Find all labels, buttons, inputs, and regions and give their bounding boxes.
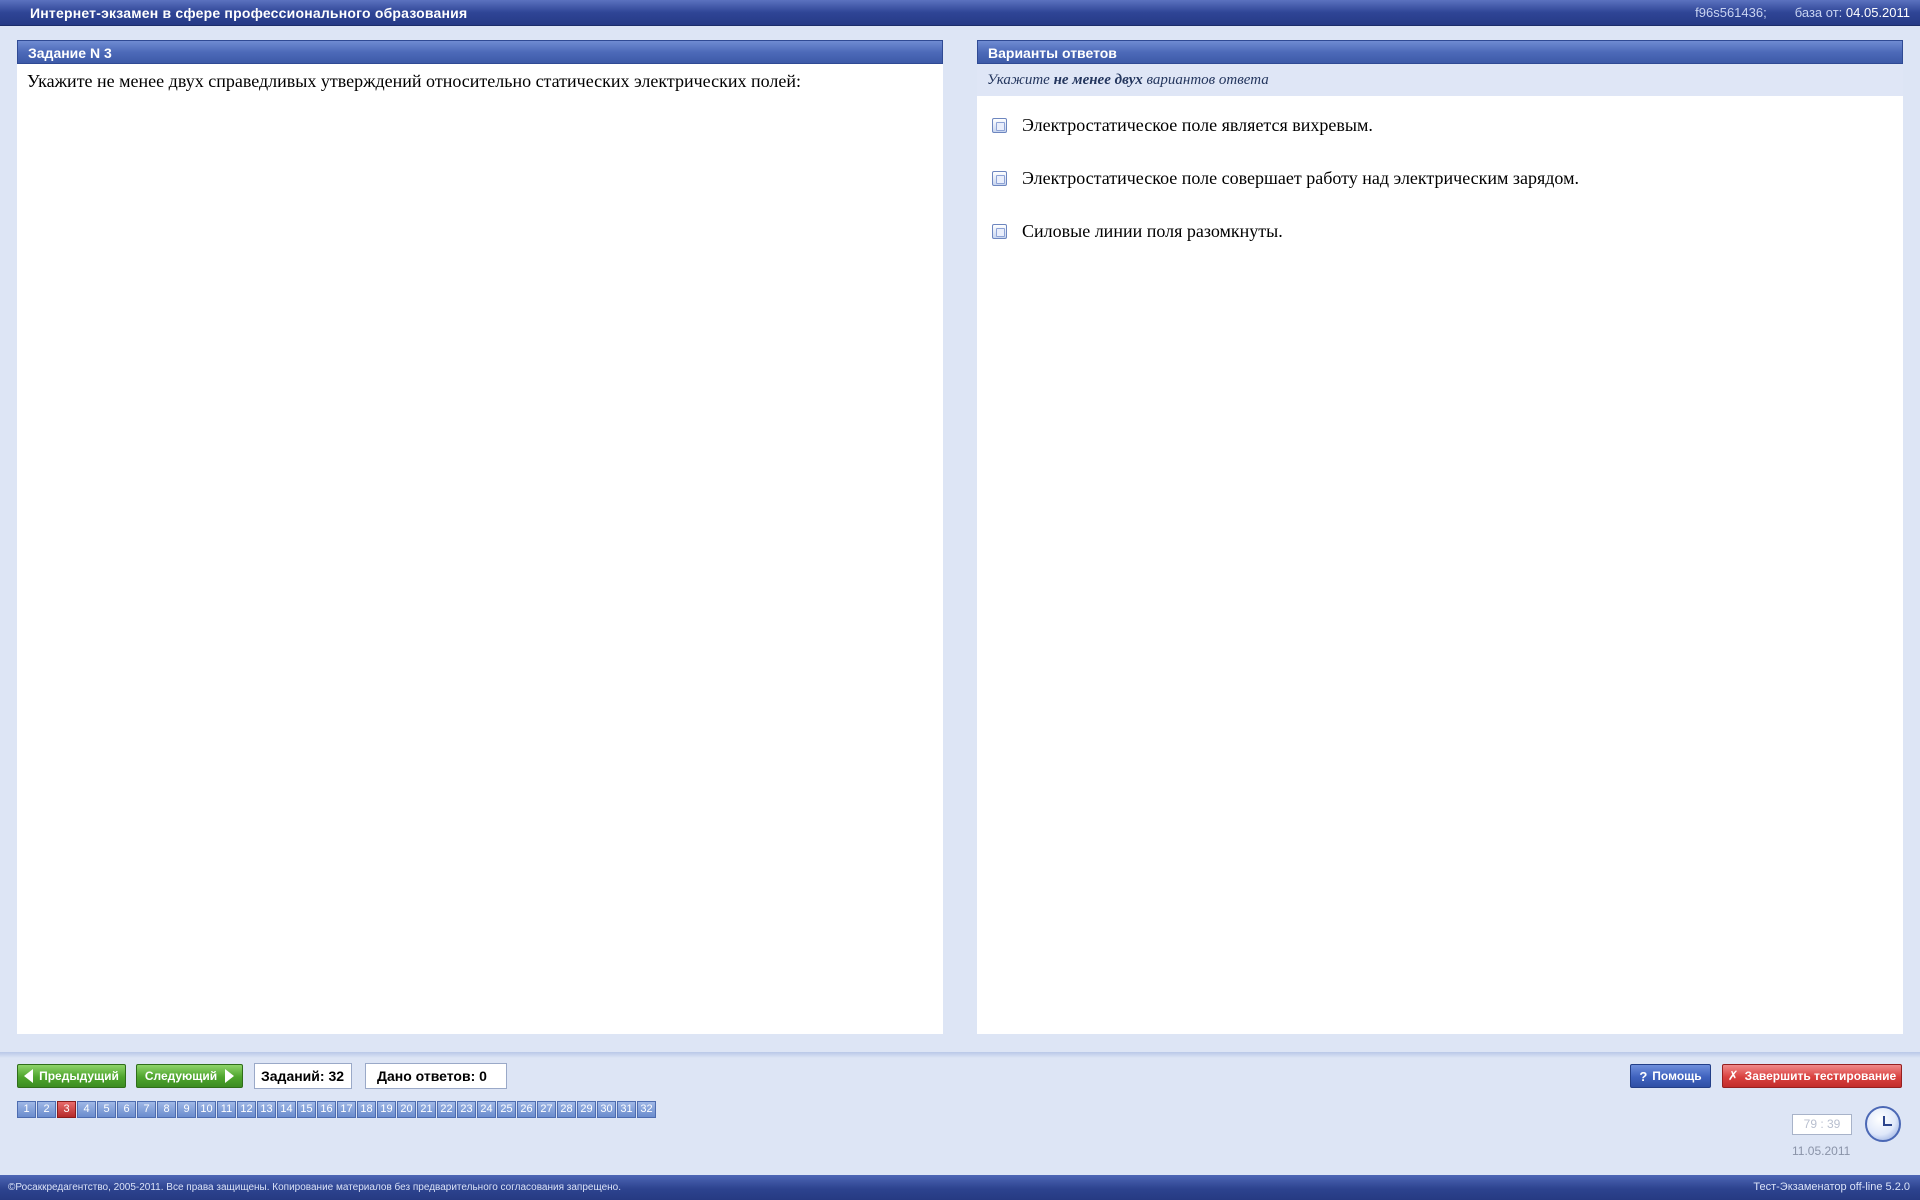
page-button-14[interactable]: 14: [277, 1101, 296, 1118]
page-button-27[interactable]: 27: [537, 1101, 556, 1118]
answer-option-3[interactable]: Силовые линии поля разомкнуты.: [977, 220, 1903, 273]
help-icon: ?: [1639, 1068, 1648, 1084]
page-button-5[interactable]: 5: [97, 1101, 116, 1118]
copyright-text: ©Росаккредагентство, 2005-2011. Все прав…: [8, 1182, 621, 1193]
page-button-25[interactable]: 25: [497, 1101, 516, 1118]
next-button-label: Следующий: [144, 1069, 218, 1083]
footer: ©Росаккредагентство, 2005-2011. Все прав…: [0, 1175, 1920, 1200]
help-button[interactable]: ? Помощь: [1630, 1064, 1711, 1088]
answer-label: Силовые линии поля разомкнуты.: [1022, 221, 1283, 241]
previous-button[interactable]: Предыдущий: [17, 1064, 126, 1088]
page-button-10[interactable]: 10: [197, 1101, 216, 1118]
task-panel: Задание N 3 Укажите не менее двух справе…: [17, 40, 943, 1034]
page-button-2[interactable]: 2: [37, 1101, 56, 1118]
page-button-24[interactable]: 24: [477, 1101, 496, 1118]
page-button-11[interactable]: 11: [217, 1101, 236, 1118]
arrow-left-icon: [24, 1069, 34, 1083]
page-button-20[interactable]: 20: [397, 1101, 416, 1118]
page-button-32[interactable]: 32: [637, 1101, 656, 1118]
bottom-divider: [0, 1052, 1920, 1058]
page-button-6[interactable]: 6: [117, 1101, 136, 1118]
page-button-23[interactable]: 23: [457, 1101, 476, 1118]
page-button-3[interactable]: 3: [57, 1101, 76, 1118]
session-id: f96s561436;: [1695, 5, 1767, 20]
checkbox[interactable]: [992, 224, 1007, 239]
answer-label: Электростатическое поле совершает работу…: [1022, 168, 1579, 188]
arrow-right-icon: [225, 1069, 235, 1083]
page-button-8[interactable]: 8: [157, 1101, 176, 1118]
instruction-emphasis: не менее двух: [1053, 72, 1143, 88]
base-date: 04.05.2011: [1845, 5, 1910, 20]
answer-options: Электростатическое поле является вихревы…: [977, 96, 1903, 273]
page-button-30[interactable]: 30: [597, 1101, 616, 1118]
page-button-13[interactable]: 13: [257, 1101, 276, 1118]
checkbox[interactable]: [992, 118, 1007, 133]
instruction-prefix: Укажите: [987, 72, 1050, 88]
session-info: f96s561436; база от: 04.05.2011: [1695, 5, 1910, 20]
answers-panel: Варианты ответов Укажите не менее двух в…: [977, 40, 1903, 1034]
page-button-17[interactable]: 17: [337, 1101, 356, 1118]
page-button-1[interactable]: 1: [17, 1101, 36, 1118]
question-text: Укажите не менее двух справедливых утвер…: [27, 71, 801, 91]
next-button[interactable]: Следующий: [136, 1064, 243, 1088]
title-bar: Интернет-экзамен в сфере профессионально…: [0, 0, 1920, 26]
answer-label: Электростатическое поле является вихревы…: [1022, 115, 1373, 135]
task-header: Задание N 3: [17, 40, 943, 64]
page-button-9[interactable]: 9: [177, 1101, 196, 1118]
page-button-29[interactable]: 29: [577, 1101, 596, 1118]
answers-header: Варианты ответов: [977, 40, 1903, 64]
page-button-21[interactable]: 21: [417, 1101, 436, 1118]
page-button-7[interactable]: 7: [137, 1101, 156, 1118]
page-button-18[interactable]: 18: [357, 1101, 376, 1118]
finish-test-button[interactable]: ✗ Завершить тестирование: [1722, 1064, 1902, 1088]
help-button-label: Помощь: [1652, 1069, 1702, 1083]
task-pagination: 1 2 3 4 5 6 7 8 9 10 11 12 13 14 15 16 17 18 19 20 21 22 23 24 2…: [17, 1101, 657, 1118]
version-text: Тест-Экзаменатор off-line 5.2.0: [1753, 1181, 1910, 1193]
answer-instruction: Укажите не менее двух вариантов ответа: [977, 64, 1903, 96]
page-button-28[interactable]: 28: [557, 1101, 576, 1118]
answer-option-1[interactable]: Электростатическое поле является вихревы…: [977, 114, 1903, 167]
page-button-15[interactable]: 15: [297, 1101, 316, 1118]
page-button-19[interactable]: 19: [377, 1101, 396, 1118]
exam-date: 11.05.2011: [1792, 1144, 1851, 1158]
page-button-26[interactable]: 26: [517, 1101, 536, 1118]
base-label: база от:: [1794, 5, 1843, 20]
timer-display: 79 : 39: [1792, 1114, 1852, 1135]
tasks-counter: Заданий: 32: [254, 1063, 352, 1089]
answer-option-2[interactable]: Электростатическое поле совершает работу…: [977, 167, 1903, 220]
page-button-16[interactable]: 16: [317, 1101, 336, 1118]
previous-button-label: Предыдущий: [39, 1069, 119, 1083]
checkbox[interactable]: [992, 171, 1007, 186]
page-button-22[interactable]: 22: [437, 1101, 456, 1118]
answers-counter: Дано ответов: 0: [365, 1063, 507, 1089]
page-button-4[interactable]: 4: [77, 1101, 96, 1118]
clock-icon: [1865, 1106, 1901, 1142]
instruction-suffix: вариантов ответа: [1146, 72, 1269, 88]
exit-runner-icon: ✗: [1727, 1068, 1739, 1083]
app-title: Интернет-экзамен в сфере профессионально…: [30, 5, 468, 21]
finish-button-label: Завершить тестирование: [1744, 1069, 1897, 1083]
page-button-12[interactable]: 12: [237, 1101, 256, 1118]
page-button-31[interactable]: 31: [617, 1101, 636, 1118]
